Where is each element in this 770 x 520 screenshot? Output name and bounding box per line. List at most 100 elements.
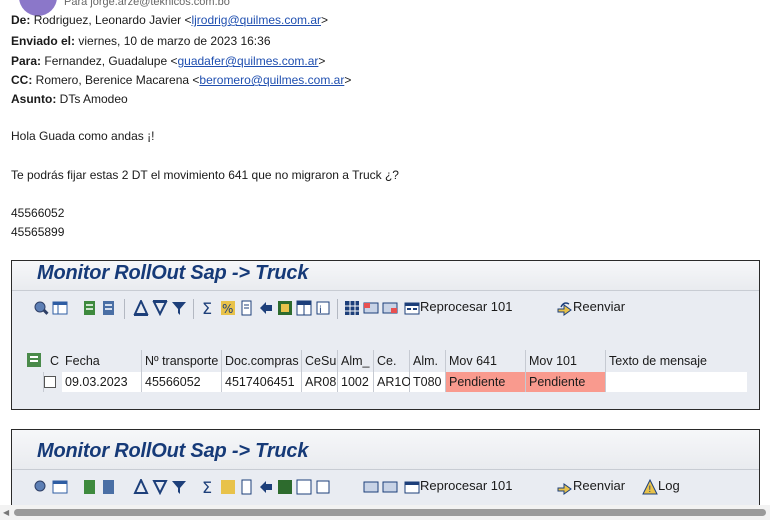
first-page-icon[interactable] bbox=[82, 300, 98, 316]
dt-number-1: 45566052 bbox=[11, 206, 65, 220]
select-all-icon[interactable] bbox=[27, 353, 41, 367]
subject-row: Asunto: DTs Amodeo bbox=[11, 90, 128, 108]
svg-text:%: % bbox=[222, 302, 233, 316]
column-header-mov-641[interactable]: Mov 641 bbox=[446, 350, 526, 372]
print-icon[interactable] bbox=[239, 300, 255, 316]
reprocess-101-button[interactable]: Reprocesar 101 bbox=[420, 478, 513, 493]
info-icon[interactable] bbox=[315, 479, 331, 495]
cell-alm-2: T080 bbox=[410, 372, 446, 392]
scroll-left-icon[interactable]: ◀ bbox=[3, 508, 9, 517]
subtotal-icon[interactable] bbox=[220, 479, 236, 495]
toolbar-separator bbox=[337, 299, 338, 319]
from-email-link[interactable]: ljrodrig@quilmes.com.ar bbox=[191, 13, 321, 27]
delete-row-icon[interactable] bbox=[382, 300, 398, 316]
cell-doc-compras: 4517406451 bbox=[222, 372, 302, 392]
reprocess-icon[interactable] bbox=[404, 300, 420, 316]
cc-name: Romero, Berenice Macarena < bbox=[35, 73, 200, 87]
column-header-doc-compras[interactable]: Doc.compras bbox=[222, 350, 302, 372]
column-header-transporte[interactable]: Nº transporte bbox=[142, 350, 222, 372]
layout-icon[interactable] bbox=[296, 300, 312, 316]
toolbar-separator bbox=[124, 299, 125, 319]
sap-toolbar: Σ % i Reprocesar 101 Reenviar bbox=[12, 291, 759, 327]
column-header-c[interactable]: C bbox=[47, 350, 60, 372]
toolbar-separator bbox=[193, 299, 194, 319]
insert-row-icon[interactable] bbox=[363, 479, 379, 495]
spreadsheet-icon[interactable] bbox=[277, 479, 293, 495]
column-header-cesu[interactable]: CeSu bbox=[302, 350, 338, 372]
sap-title-bar: Monitor RollOut Sap -> Truck bbox=[12, 261, 759, 291]
column-header-alm-1[interactable]: Alm_ bbox=[338, 350, 374, 372]
cell-mov-101-status: Pendiente bbox=[526, 372, 606, 392]
sort-descending-icon[interactable] bbox=[152, 300, 168, 316]
table-view-icon[interactable] bbox=[52, 479, 68, 495]
sum-icon[interactable]: Σ bbox=[201, 479, 217, 495]
scrollbar-thumb[interactable] bbox=[14, 509, 766, 516]
recipient-line: Para jorge.arze@teknicos.com.bo bbox=[64, 0, 230, 8]
from-label: De: bbox=[11, 13, 31, 27]
export-icon[interactable] bbox=[258, 300, 274, 316]
spreadsheet-icon[interactable] bbox=[277, 300, 293, 316]
grid-icon[interactable] bbox=[344, 300, 360, 316]
sap-monitor-screenshot-2: Monitor RollOut Sap -> Truck Σ Reprocesa… bbox=[11, 429, 760, 509]
resend-button[interactable]: Reenviar bbox=[573, 299, 625, 314]
column-header-alm-2[interactable]: Alm. bbox=[410, 350, 446, 372]
first-page-icon[interactable] bbox=[82, 479, 98, 495]
resend-icon[interactable] bbox=[557, 300, 573, 316]
column-header-fecha[interactable]: Fecha bbox=[62, 350, 142, 372]
result-grid: C Fecha Nº transporte Doc.compras CeSu A… bbox=[27, 350, 747, 392]
sap-title: Monitor RollOut Sap -> Truck bbox=[37, 262, 309, 284]
to-label: Para: bbox=[11, 54, 42, 68]
delete-row-icon[interactable] bbox=[382, 479, 398, 495]
request-text: Te podrás fijar estas 2 DT el movimiento… bbox=[11, 168, 399, 182]
svg-text:!: ! bbox=[648, 485, 652, 495]
sap-toolbar: Σ Reprocesar 101 Reenviar ! Log bbox=[12, 470, 759, 506]
subject-label: Asunto: bbox=[11, 92, 57, 106]
cell-texto-mensaje bbox=[606, 372, 747, 392]
horizontal-scrollbar[interactable]: ◀ bbox=[0, 505, 770, 520]
sum-icon[interactable]: Σ bbox=[201, 300, 217, 316]
sort-descending-icon[interactable] bbox=[152, 479, 168, 495]
column-header-texto-mensaje[interactable]: Texto de mensaje bbox=[606, 350, 747, 372]
layout-icon[interactable] bbox=[296, 479, 312, 495]
print-icon[interactable] bbox=[239, 479, 255, 495]
reprocess-101-button[interactable]: Reprocesar 101 bbox=[420, 299, 513, 314]
column-header-mov-101[interactable]: Mov 101 bbox=[526, 350, 606, 372]
cell-ce: AR1O bbox=[374, 372, 411, 392]
resend-icon[interactable] bbox=[557, 479, 573, 495]
from-row: De: Rodriguez, Leonardo Javier <ljrodrig… bbox=[11, 13, 329, 27]
insert-row-icon[interactable] bbox=[363, 300, 379, 316]
cc-email-link[interactable]: beromero@quilmes.com.ar bbox=[199, 73, 344, 87]
info-icon[interactable]: i bbox=[315, 300, 331, 316]
row-selector[interactable] bbox=[27, 372, 44, 392]
filter-icon[interactable] bbox=[171, 300, 187, 316]
cell-fecha: 09.03.2023 bbox=[62, 372, 142, 392]
cc-label: CC: bbox=[11, 73, 33, 87]
details-icon[interactable] bbox=[33, 300, 49, 316]
sap-monitor-screenshot-1: Monitor RollOut Sap -> Truck Σ % i Repro… bbox=[11, 260, 760, 410]
table-row[interactable]: 09.03.2023 45566052 4517406451 AR08 1002… bbox=[27, 372, 747, 392]
sent-row: Enviado el: viernes, 10 de marzo de 2023… bbox=[11, 32, 271, 50]
last-page-icon[interactable] bbox=[101, 479, 117, 495]
sort-ascending-icon[interactable] bbox=[133, 300, 149, 316]
reprocess-icon[interactable] bbox=[404, 479, 420, 495]
greeting-text: Hola Guada como andas ¡! bbox=[11, 129, 155, 143]
table-view-icon[interactable] bbox=[52, 300, 68, 316]
filter-icon[interactable] bbox=[171, 479, 187, 495]
log-button[interactable]: Log bbox=[658, 478, 680, 493]
from-name: Rodriguez, Leonardo Javier < bbox=[33, 13, 192, 27]
resend-button[interactable]: Reenviar bbox=[573, 478, 625, 493]
cell-transporte: 45566052 bbox=[142, 372, 222, 392]
row-checkbox[interactable] bbox=[44, 376, 56, 388]
last-page-icon[interactable] bbox=[101, 300, 117, 316]
grid-header: C Fecha Nº transporte Doc.compras CeSu A… bbox=[27, 350, 747, 372]
sort-ascending-icon[interactable] bbox=[133, 479, 149, 495]
export-icon[interactable] bbox=[258, 479, 274, 495]
subtotal-icon[interactable]: % bbox=[220, 300, 236, 316]
column-header-ce[interactable]: Ce. bbox=[374, 350, 410, 372]
details-icon[interactable] bbox=[33, 479, 49, 495]
subject-value: DTs Amodeo bbox=[59, 92, 128, 106]
to-email-link[interactable]: guadafer@quilmes.com.ar bbox=[177, 54, 318, 68]
log-icon[interactable]: ! bbox=[642, 479, 658, 495]
cell-mov-641-status: Pendiente bbox=[446, 372, 526, 392]
sap-title-bar: Monitor RollOut Sap -> Truck bbox=[12, 430, 759, 470]
